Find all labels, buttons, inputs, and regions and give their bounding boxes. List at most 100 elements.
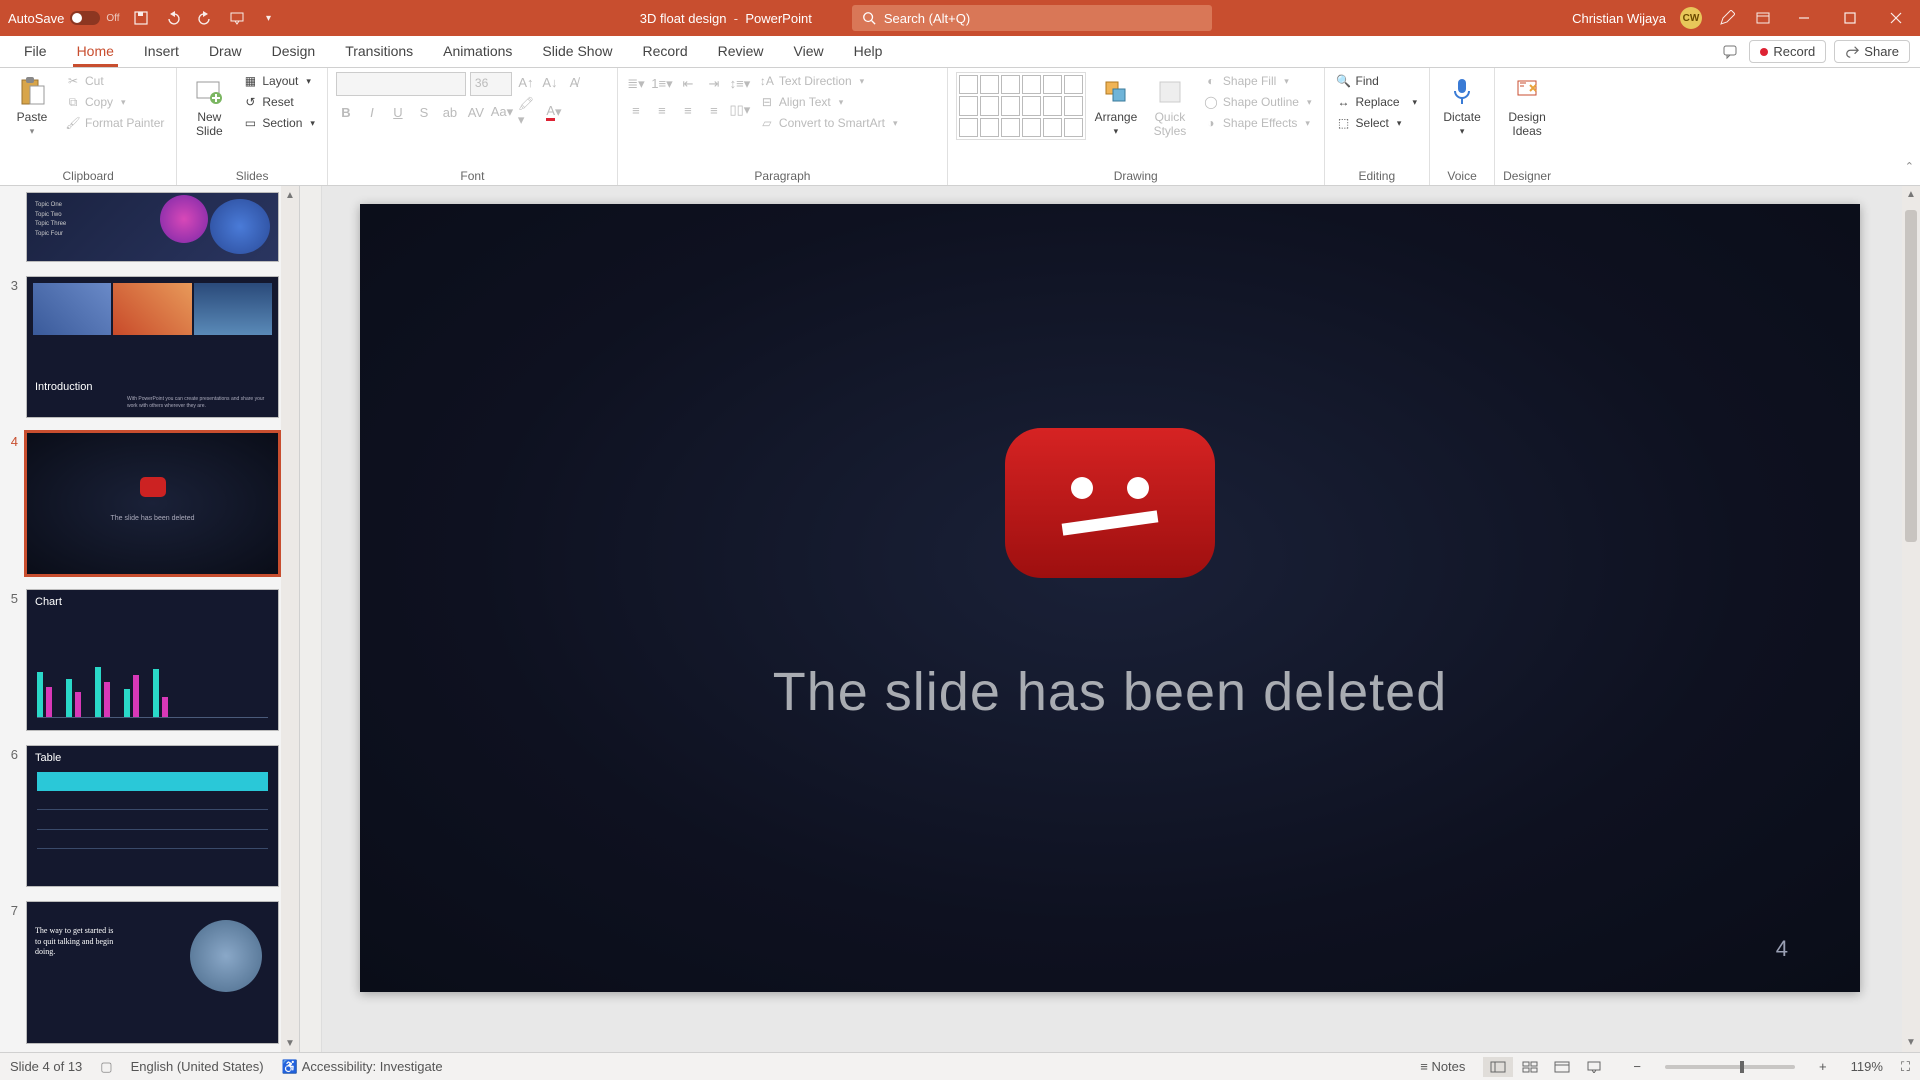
tab-slideshow[interactable]: Slide Show bbox=[528, 37, 626, 67]
highlight-button[interactable]: 🖍▾ bbox=[518, 102, 538, 122]
comments-icon[interactable] bbox=[1719, 41, 1741, 63]
qat-customize-icon[interactable]: ▾ bbox=[258, 7, 280, 29]
shape-outline-button[interactable]: ◯Shape Outline▾ bbox=[1200, 93, 1316, 111]
sorter-view-button[interactable] bbox=[1515, 1057, 1545, 1077]
zoom-slider[interactable] bbox=[1665, 1065, 1795, 1069]
increase-font-icon[interactable]: A↑ bbox=[516, 72, 536, 92]
user-avatar[interactable]: CW bbox=[1680, 7, 1702, 29]
close-button[interactable] bbox=[1880, 2, 1912, 34]
zoom-out-button[interactable]: − bbox=[1627, 1059, 1647, 1074]
slide-thumbnail-2[interactable]: Topic OneTopic TwoTopic ThreeTopic Four bbox=[26, 192, 279, 262]
ribbon-display-icon[interactable] bbox=[1752, 7, 1774, 29]
font-name-combo[interactable] bbox=[336, 72, 466, 96]
clear-formatting-icon[interactable]: A̸ bbox=[564, 72, 584, 92]
notes-button[interactable]: ≡ Notes bbox=[1420, 1059, 1465, 1074]
copy-button[interactable]: ⧉Copy▾ bbox=[62, 93, 168, 111]
scroll-thumb[interactable] bbox=[1905, 210, 1917, 542]
bold-button[interactable]: B bbox=[336, 102, 356, 122]
shape-fill-button[interactable]: ◐Shape Fill▾ bbox=[1200, 72, 1316, 90]
tab-draw[interactable]: Draw bbox=[195, 37, 256, 67]
align-text-button[interactable]: ⊟Align Text▾ bbox=[756, 93, 902, 111]
user-name[interactable]: Christian Wijaya bbox=[1572, 11, 1666, 26]
font-color-button[interactable]: A▾ bbox=[544, 102, 564, 122]
scroll-down-icon[interactable]: ▼ bbox=[281, 1034, 299, 1052]
align-left-button[interactable]: ≡ bbox=[626, 100, 646, 120]
record-button[interactable]: Record bbox=[1749, 40, 1826, 63]
slide-counter[interactable]: Slide 4 of 13 bbox=[10, 1059, 82, 1074]
scroll-down-icon[interactable]: ▼ bbox=[1902, 1034, 1920, 1052]
spell-check-icon[interactable]: ▢ bbox=[100, 1059, 112, 1075]
tab-view[interactable]: View bbox=[780, 37, 838, 67]
scroll-up-icon[interactable]: ▲ bbox=[1902, 186, 1920, 204]
tab-home[interactable]: Home bbox=[63, 37, 128, 67]
design-ideas-button[interactable]: Design Ideas bbox=[1503, 72, 1551, 138]
share-button[interactable]: Share bbox=[1834, 40, 1910, 63]
change-case-button[interactable]: Aa▾ bbox=[492, 102, 512, 122]
reset-button[interactable]: ↺Reset bbox=[239, 93, 319, 111]
slide-thumbnails-panel[interactable]: Topic OneTopic TwoTopic ThreeTopic Four … bbox=[0, 186, 300, 1052]
slideshow-view-button[interactable] bbox=[1579, 1057, 1609, 1077]
pen-icon[interactable] bbox=[1716, 7, 1738, 29]
strikethrough-button[interactable]: S bbox=[414, 102, 434, 122]
slide-thumbnail-7[interactable]: The way to get started is to quit talkin… bbox=[26, 901, 279, 1043]
current-slide[interactable]: The slide has been deleted 4 bbox=[360, 204, 1860, 992]
maximize-button[interactable] bbox=[1834, 2, 1866, 34]
underline-button[interactable]: U bbox=[388, 102, 408, 122]
redo-icon[interactable] bbox=[194, 7, 216, 29]
italic-button[interactable]: I bbox=[362, 102, 382, 122]
select-button[interactable]: ⬚Select▾ bbox=[1333, 114, 1422, 132]
columns-button[interactable]: ▯▯▾ bbox=[730, 100, 750, 120]
paste-button[interactable]: Paste ▾ bbox=[8, 72, 56, 137]
language-indicator[interactable]: English (United States) bbox=[131, 1059, 264, 1074]
fit-to-window-button[interactable]: ⛶ bbox=[1901, 1059, 1910, 1075]
decrease-indent-button[interactable]: ⇤ bbox=[678, 74, 698, 94]
text-direction-button[interactable]: ↕AText Direction▾ bbox=[756, 72, 902, 90]
font-size-combo[interactable]: 36 bbox=[470, 72, 512, 96]
format-painter-button[interactable]: 🖌Format Painter bbox=[62, 114, 168, 132]
present-from-beginning-icon[interactable] bbox=[226, 7, 248, 29]
minimize-button[interactable] bbox=[1788, 2, 1820, 34]
slide-canvas-area[interactable]: The slide has been deleted 4 ▲ ▼ bbox=[300, 186, 1920, 1052]
slide-thumbnail-4[interactable]: The slide has been deleted bbox=[26, 432, 279, 574]
increase-indent-button[interactable]: ⇥ bbox=[704, 74, 724, 94]
scroll-up-icon[interactable]: ▲ bbox=[281, 186, 299, 204]
shapes-gallery[interactable] bbox=[956, 72, 1086, 140]
canvas-vertical-scrollbar[interactable]: ▲ ▼ bbox=[1902, 186, 1920, 1052]
slide-thumbnail-6[interactable]: Table bbox=[26, 745, 279, 887]
tab-design[interactable]: Design bbox=[258, 37, 330, 67]
tab-review[interactable]: Review bbox=[704, 37, 778, 67]
justify-button[interactable]: ≡ bbox=[704, 100, 724, 120]
toggle-switch[interactable] bbox=[70, 11, 100, 25]
convert-smartart-button[interactable]: ▱Convert to SmartArt▾ bbox=[756, 114, 902, 132]
save-icon[interactable] bbox=[130, 7, 152, 29]
layout-button[interactable]: ▦Layout▾ bbox=[239, 72, 319, 90]
tab-animations[interactable]: Animations bbox=[429, 37, 526, 67]
tab-file[interactable]: File bbox=[10, 37, 61, 67]
new-slide-button[interactable]: New Slide bbox=[185, 72, 233, 138]
reading-view-button[interactable] bbox=[1547, 1057, 1577, 1077]
zoom-handle[interactable] bbox=[1740, 1061, 1744, 1073]
replace-button[interactable]: ↔Replace▾ bbox=[1333, 93, 1422, 111]
tab-record[interactable]: Record bbox=[628, 37, 701, 67]
line-spacing-button[interactable]: ↕≡▾ bbox=[730, 74, 750, 94]
normal-view-button[interactable] bbox=[1483, 1057, 1513, 1077]
char-spacing-button[interactable]: AV bbox=[466, 102, 486, 122]
find-button[interactable]: 🔍Find bbox=[1333, 72, 1422, 90]
zoom-level[interactable]: 119% bbox=[1851, 1059, 1883, 1074]
section-button[interactable]: ▭Section▾ bbox=[239, 114, 319, 132]
bullets-button[interactable]: ≣▾ bbox=[626, 74, 646, 94]
search-box[interactable]: Search (Alt+Q) bbox=[852, 5, 1212, 31]
collapse-ribbon-icon[interactable]: ⌃ bbox=[1905, 160, 1914, 173]
align-center-button[interactable]: ≡ bbox=[652, 100, 672, 120]
tab-transitions[interactable]: Transitions bbox=[331, 37, 427, 67]
arrange-button[interactable]: Arrange▾ bbox=[1092, 72, 1140, 137]
undo-icon[interactable] bbox=[162, 7, 184, 29]
dictate-button[interactable]: Dictate▾ bbox=[1438, 72, 1486, 137]
quick-styles-button[interactable]: Quick Styles bbox=[1146, 72, 1194, 138]
cut-button[interactable]: ✂Cut bbox=[62, 72, 168, 90]
shadow-button[interactable]: ab bbox=[440, 102, 460, 122]
thumbnails-scrollbar[interactable]: ▲ ▼ bbox=[281, 186, 299, 1052]
slide-thumbnail-5[interactable]: Chart bbox=[26, 589, 279, 731]
align-right-button[interactable]: ≡ bbox=[678, 100, 698, 120]
shape-effects-button[interactable]: ◑Shape Effects▾ bbox=[1200, 114, 1316, 132]
